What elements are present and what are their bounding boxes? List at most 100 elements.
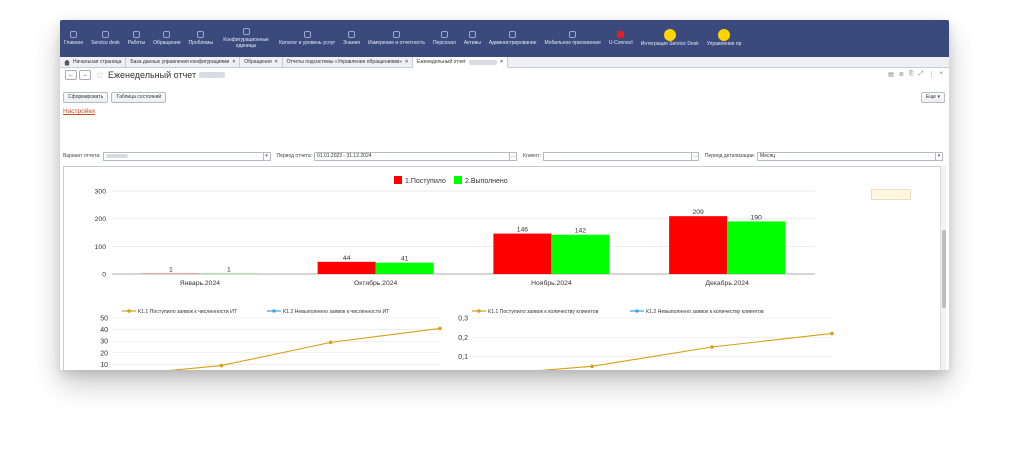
period-field[interactable]: 01.01.2023 - 31.12.2024 … xyxy=(314,151,518,161)
nav-item[interactable]: Измерение и отчетность xyxy=(364,20,429,57)
bar xyxy=(317,261,376,274)
nav-item[interactable]: Интеграция Service Desk xyxy=(637,20,703,57)
nav-item[interactable]: Каталог и уровень услуг xyxy=(275,20,339,57)
save-icon[interactable]: ⊚ xyxy=(899,71,904,78)
report-scrollbar[interactable] xyxy=(940,166,946,370)
nav-item[interactable]: Управление пр xyxy=(703,20,746,57)
data-label: 1 xyxy=(169,267,173,274)
nav-item[interactable]: Проблемы xyxy=(185,20,218,57)
legend-marker xyxy=(272,309,276,313)
nav-item[interactable]: Персонал xyxy=(429,20,460,57)
detail-label: Период детализации: xyxy=(704,153,755,159)
client-field[interactable]: … xyxy=(542,151,699,161)
y-tick-label: 100 xyxy=(95,244,107,251)
nav-item[interactable]: Обращения xyxy=(149,20,184,57)
tab[interactable]: Еженедельный отчет × xyxy=(413,57,508,68)
integration-icon xyxy=(663,29,676,42)
nav-item-label: Работы xyxy=(127,39,146,46)
print-icon[interactable]: ▤ xyxy=(888,71,894,78)
more-icon[interactable]: ⋮ xyxy=(928,71,934,78)
y-tick-label: 10 xyxy=(100,362,108,369)
x-tick-label: Январь.2024 xyxy=(180,280,221,287)
nav-item[interactable]: Знания xyxy=(339,20,364,57)
home-icon xyxy=(70,30,78,38)
nav-item[interactable]: Активы xyxy=(460,20,485,57)
y-tick-label: 30 xyxy=(100,339,108,346)
ellipsis-icon[interactable]: … xyxy=(690,152,698,160)
series-line xyxy=(169,327,441,370)
detail-field[interactable]: Месяц ▾ xyxy=(756,151,943,161)
tab[interactable]: Отчеты подсистемы «Управление обращениям… xyxy=(283,57,414,68)
ellipsis-icon[interactable]: … xyxy=(509,152,516,160)
legend-label: К1.1 Поступило заявок к количеству клиен… xyxy=(488,309,599,315)
tab[interactable]: База данных управления конфигурациями × xyxy=(126,57,241,68)
bar xyxy=(493,233,552,274)
nav-item[interactable]: Мобильное приложение xyxy=(541,20,605,57)
y-tick-label: 40 xyxy=(100,327,108,334)
people-icon xyxy=(440,30,448,38)
settings-link[interactable]: Настройки xyxy=(63,108,95,115)
variant-field[interactable]: ▾ xyxy=(102,151,271,161)
y-tick-label: 300 xyxy=(95,189,107,196)
tab[interactable]: Начальная страница xyxy=(60,57,127,68)
close-tab-icon[interactable]: × xyxy=(275,57,278,68)
chevron-down-icon[interactable]: ▾ xyxy=(934,152,942,160)
command-bar: Сформировать Таблица состояний xyxy=(63,92,167,103)
book-icon xyxy=(348,30,356,38)
window-icons: ▤ ⊚ ⎘ ⤢ ⋮ × xyxy=(888,71,943,78)
filters-row: Вариант отчета: ▾ Период отчета: 01.01.2… xyxy=(60,150,949,162)
nav-item[interactable]: Администрирование xyxy=(485,20,541,57)
back-button[interactable]: ← xyxy=(65,70,77,80)
home-icon xyxy=(64,59,70,66)
nav-item-label: Активы xyxy=(463,39,481,46)
link-icon[interactable]: ⤢ xyxy=(919,71,924,78)
phone-icon xyxy=(569,30,577,38)
more-label: Еще xyxy=(925,94,937,100)
nav-item[interactable]: Главное xyxy=(60,20,87,57)
data-label: 190 xyxy=(750,214,762,221)
data-point xyxy=(438,326,442,331)
y-tick-label: 50 xyxy=(100,316,108,323)
scroll-thumb[interactable] xyxy=(942,230,946,308)
close-tab-icon[interactable]: × xyxy=(232,57,235,68)
legend-label: К1.2 Невыполнено заявок к численности ИТ xyxy=(283,309,390,315)
nav-item-label: Администрирование xyxy=(488,39,537,46)
data-label: 146 xyxy=(517,227,529,234)
highlight-box xyxy=(871,189,911,200)
data-label: 44 xyxy=(343,255,351,262)
page-title: Еженедельный отчет xyxy=(107,70,197,80)
legend-swatch xyxy=(454,176,462,184)
data-label: 1 xyxy=(227,267,231,274)
title-bar: ← → ☆ Еженедельный отчет xyxy=(60,68,949,82)
forward-button[interactable]: → xyxy=(79,70,91,80)
y-tick-label: 0 xyxy=(102,272,106,279)
status-table-button[interactable]: Таблица состояний xyxy=(111,92,167,103)
copy-icon[interactable]: ⎘ xyxy=(909,71,914,78)
tab[interactable]: Обращения × xyxy=(240,57,283,68)
close-icon[interactable]: × xyxy=(939,71,943,78)
more-button[interactable]: Еще ▾ xyxy=(920,92,945,103)
period-label: Период отчета: xyxy=(276,153,313,159)
nav-item-label: Обращения xyxy=(153,39,181,46)
close-tab-icon[interactable]: × xyxy=(500,57,503,68)
nav-item-label: Каталог и уровень услуг xyxy=(279,39,336,46)
nav-item[interactable]: Работы xyxy=(124,20,149,57)
favorite-star-icon[interactable]: ☆ xyxy=(95,70,104,81)
generate-button[interactable]: Сформировать xyxy=(63,92,109,103)
close-tab-icon[interactable]: × xyxy=(405,57,408,68)
nav-item-label: Персонал xyxy=(432,39,456,46)
chevron-down-icon[interactable]: ▾ xyxy=(262,152,270,160)
tab-label: Начальная страница xyxy=(73,59,122,65)
nav-item[interactable]: Service desk xyxy=(87,20,124,57)
nav-item[interactable]: Конфигурационные единицы xyxy=(217,20,275,57)
assets-icon xyxy=(468,30,476,38)
legend-label: 2.Выполнено xyxy=(465,178,508,185)
bar xyxy=(551,234,610,274)
data-point xyxy=(328,340,333,345)
gear-icon xyxy=(509,30,517,38)
nav-item-label: Проблемы xyxy=(188,39,214,46)
y-tick-label: 0,2 xyxy=(458,335,468,342)
series-line xyxy=(539,332,833,370)
cube-icon xyxy=(242,27,250,35)
nav-item[interactable]: U-Connect xyxy=(605,20,637,57)
